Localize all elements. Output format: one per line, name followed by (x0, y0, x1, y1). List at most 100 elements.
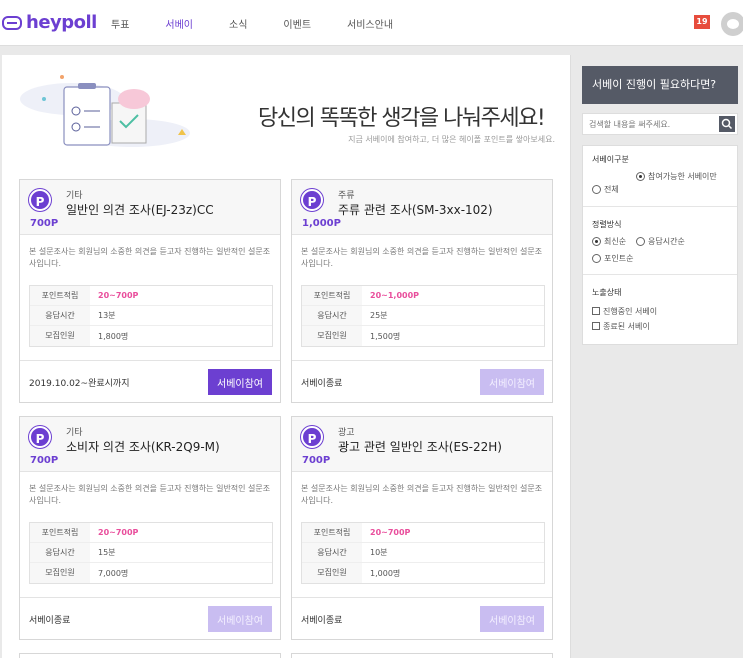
divider (583, 206, 737, 207)
info-label: 모집인원 (302, 326, 362, 346)
filter-group-title: 정렬방식 (592, 220, 622, 229)
card-title[interactable]: 광고 관련 일반인 조사(ES-22H) (338, 438, 502, 455)
status-ongoing[interactable]: 진행중인 서베이 (592, 306, 657, 317)
info-value: 15분 (98, 548, 116, 557)
point-icon: P (301, 426, 323, 448)
info-row-quota: 모집인원 1,800명 (30, 326, 272, 346)
card-points: 700P (30, 455, 59, 466)
notification-badge[interactable]: 19 (694, 15, 710, 29)
join-survey-button[interactable]: 서베이참여 (480, 606, 544, 632)
filter-all[interactable]: 전체 (592, 184, 619, 195)
sort-response-time[interactable]: 응답시간순 (636, 236, 685, 247)
nav-survey[interactable]: 서베이 (165, 16, 193, 31)
info-row-quota: 모집인원 1,000명 (302, 563, 544, 583)
card-status: 2019.10.02~완료시까지 (29, 379, 130, 389)
info-value: 13분 (98, 311, 116, 320)
filter-option-label: 최신순 (604, 237, 627, 246)
info-value: 20~700P (98, 528, 139, 537)
sort-latest[interactable]: 최신순 (592, 236, 626, 247)
filter-group-type: 서베이구분 (592, 154, 732, 165)
card-status: 서베이종료 (301, 379, 343, 389)
card-footer: 서베이종료 서베이참여 (292, 360, 552, 404)
info-label: 응답시간 (30, 306, 90, 325)
checkbox-icon (592, 307, 600, 315)
card-info-table: 포인트적립 20~700P 응답시간 10분 모집인원 1,000명 (301, 522, 545, 584)
join-survey-button[interactable]: 서베이참여 (208, 369, 272, 395)
nav-news[interactable]: 소식 (229, 16, 247, 31)
info-value: 20~700P (98, 291, 139, 300)
filter-panel: 서베이구분 전체 참여가능한 서베이만 정렬방식 최신순 응답시간순 포인트순 … (582, 145, 738, 345)
sort-points[interactable]: 포인트순 (592, 253, 633, 264)
point-icon: P (301, 189, 323, 211)
status-ended[interactable]: 종료된 서베이 (592, 321, 650, 332)
card-description: 본 설문조사는 회원님의 소중한 의견을 듣고자 진행하는 일반적인 설문조사입… (29, 484, 271, 505)
request-survey-banner[interactable]: 서베이 진행이 필요하다면? (582, 66, 738, 104)
search-box (582, 113, 738, 135)
info-value: 7,000명 (98, 568, 129, 578)
card-category: 주류 (338, 191, 355, 201)
card-points: 1,000P (302, 218, 341, 229)
info-row-time: 응답시간 10분 (302, 543, 544, 563)
card-footer: 2019.10.02~완료시까지 서베이참여 (20, 360, 280, 404)
info-row-quota: 모집인원 7,000명 (30, 563, 272, 583)
filter-option-label: 포인트순 (604, 254, 634, 263)
radio-icon (592, 185, 601, 194)
point-icon: P (29, 426, 51, 448)
info-row-points: 포인트적립 20~700P (30, 523, 272, 543)
filter-group-status: 노출상태 (592, 287, 732, 298)
divider (583, 274, 737, 275)
info-label: 응답시간 (302, 543, 362, 562)
point-icon: P (29, 189, 51, 211)
info-row-points: 포인트적립 20~1,000P (302, 286, 544, 306)
info-label: 포인트적립 (302, 286, 362, 305)
survey-card (19, 653, 281, 658)
nav-vote[interactable]: 투표 (111, 16, 129, 31)
filter-option-label: 응답시간순 (648, 237, 685, 246)
card-header: P 700P 기타 일반인 의견 조사(EJ-23z)CC (20, 180, 280, 235)
survey-list-panel: 당신의 똑똑한 생각을 나눠주세요! 지금 서베이에 참여하고, 더 많은 헤이… (2, 55, 571, 658)
info-label: 모집인원 (30, 563, 90, 583)
info-value: 10분 (370, 548, 388, 557)
info-label: 포인트적립 (30, 523, 90, 542)
filter-available-only[interactable]: 참여가능한 서베이만 (636, 171, 736, 182)
info-row-points: 포인트적립 20~700P (302, 523, 544, 543)
filter-option-label: 전체 (604, 185, 619, 194)
filter-option-label: 참여가능한 서베이만 (648, 172, 717, 181)
nav-event[interactable]: 이벤트 (283, 16, 311, 31)
card-status: 서베이종료 (301, 616, 343, 626)
info-value: 1,800명 (98, 331, 129, 341)
join-survey-button[interactable]: 서베이참여 (480, 369, 544, 395)
survey-illustration (20, 75, 190, 147)
card-description: 본 설문조사는 회원님의 소중한 의견을 듣고자 진행하는 일반적인 설문조사입… (29, 247, 271, 268)
card-info-table: 포인트적립 20~1,000P 응답시간 25분 모집인원 1,500명 (301, 285, 545, 347)
hero-title: 당신의 똑똑한 생각을 나눠주세요! (258, 106, 546, 131)
info-value: 1,000명 (370, 568, 401, 578)
radio-icon (636, 237, 645, 246)
survey-card: P 1,000P 주류 주류 관련 조사(SM-3xx-102) 본 설문조사는… (291, 179, 553, 403)
card-points: 700P (302, 455, 331, 466)
logo-icon (2, 15, 22, 30)
card-title[interactable]: 주류 관련 조사(SM-3xx-102) (338, 201, 493, 218)
info-label: 응답시간 (302, 306, 362, 325)
nav-service-info[interactable]: 서비스안내 (347, 16, 393, 31)
filter-group-title: 노출상태 (592, 288, 622, 297)
card-title[interactable]: 일반인 의견 조사(EJ-23z)CC (66, 201, 214, 218)
info-value: 25분 (370, 311, 388, 320)
survey-card: P 700P 광고 광고 관련 일반인 조사(ES-22H) 본 설문조사는 회… (291, 416, 553, 640)
info-label: 응답시간 (30, 543, 90, 562)
search-button[interactable] (719, 116, 735, 132)
search-input[interactable] (583, 114, 717, 134)
user-avatar[interactable] (721, 12, 743, 36)
card-header: P 700P 광고 광고 관련 일반인 조사(ES-22H) (292, 417, 552, 472)
join-survey-button[interactable]: 서베이참여 (208, 606, 272, 632)
info-row-time: 응답시간 25분 (302, 306, 544, 326)
info-row-time: 응답시간 13분 (30, 306, 272, 326)
radio-icon (592, 254, 601, 263)
card-title[interactable]: 소비자 의견 조사(KR-2Q9-M) (66, 438, 220, 455)
card-footer: 서베이종료 서베이참여 (292, 597, 552, 641)
card-category: 기타 (66, 191, 83, 201)
heypoll-logo[interactable]: heypoll (2, 12, 97, 33)
info-row-quota: 모집인원 1,500명 (302, 326, 544, 346)
main-nav: 투표 서베이 소식 이벤트 서비스안내 (111, 16, 429, 31)
card-description: 본 설문조사는 회원님의 소중한 의견을 듣고자 진행하는 일반적인 설문조사입… (301, 247, 543, 268)
